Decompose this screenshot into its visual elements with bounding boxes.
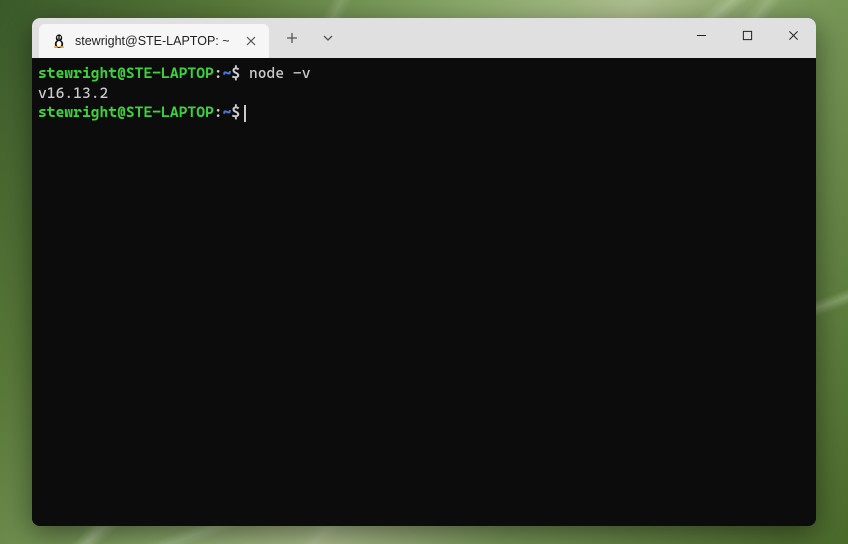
title-bar: stewright@STE-LAPTOP: ~ xyxy=(32,18,816,58)
prompt-user-host: stewright@STE-LAPTOP xyxy=(38,64,214,82)
new-tab-button[interactable] xyxy=(275,23,309,53)
prompt-user-host: stewright@STE-LAPTOP xyxy=(38,103,214,121)
terminal-line: stewright@STE-LAPTOP:~$ node -v xyxy=(38,64,810,84)
tab-dropdown-button[interactable] xyxy=(311,23,345,53)
terminal-line: stewright@STE-LAPTOP:~$ xyxy=(38,103,810,123)
tab-close-button[interactable] xyxy=(243,33,259,49)
tab-title: stewright@STE-LAPTOP: ~ xyxy=(75,34,235,48)
minimize-button[interactable] xyxy=(678,18,724,52)
command-output: v16.13.2 xyxy=(38,84,108,102)
linux-icon xyxy=(51,33,67,49)
tab-actions xyxy=(269,18,345,58)
maximize-button[interactable] xyxy=(724,18,770,52)
close-button[interactable] xyxy=(770,18,816,52)
window-controls xyxy=(678,18,816,52)
terminal-cursor xyxy=(244,105,246,122)
terminal-body[interactable]: stewright@STE-LAPTOP:~$ node -v v16.13.2… xyxy=(32,58,816,526)
command-text: node -v xyxy=(240,64,310,82)
terminal-window: stewright@STE-LAPTOP: ~ xyxy=(32,18,816,526)
tab-active[interactable]: stewright@STE-LAPTOP: ~ xyxy=(39,24,269,58)
terminal-line: v16.13.2 xyxy=(38,84,810,104)
